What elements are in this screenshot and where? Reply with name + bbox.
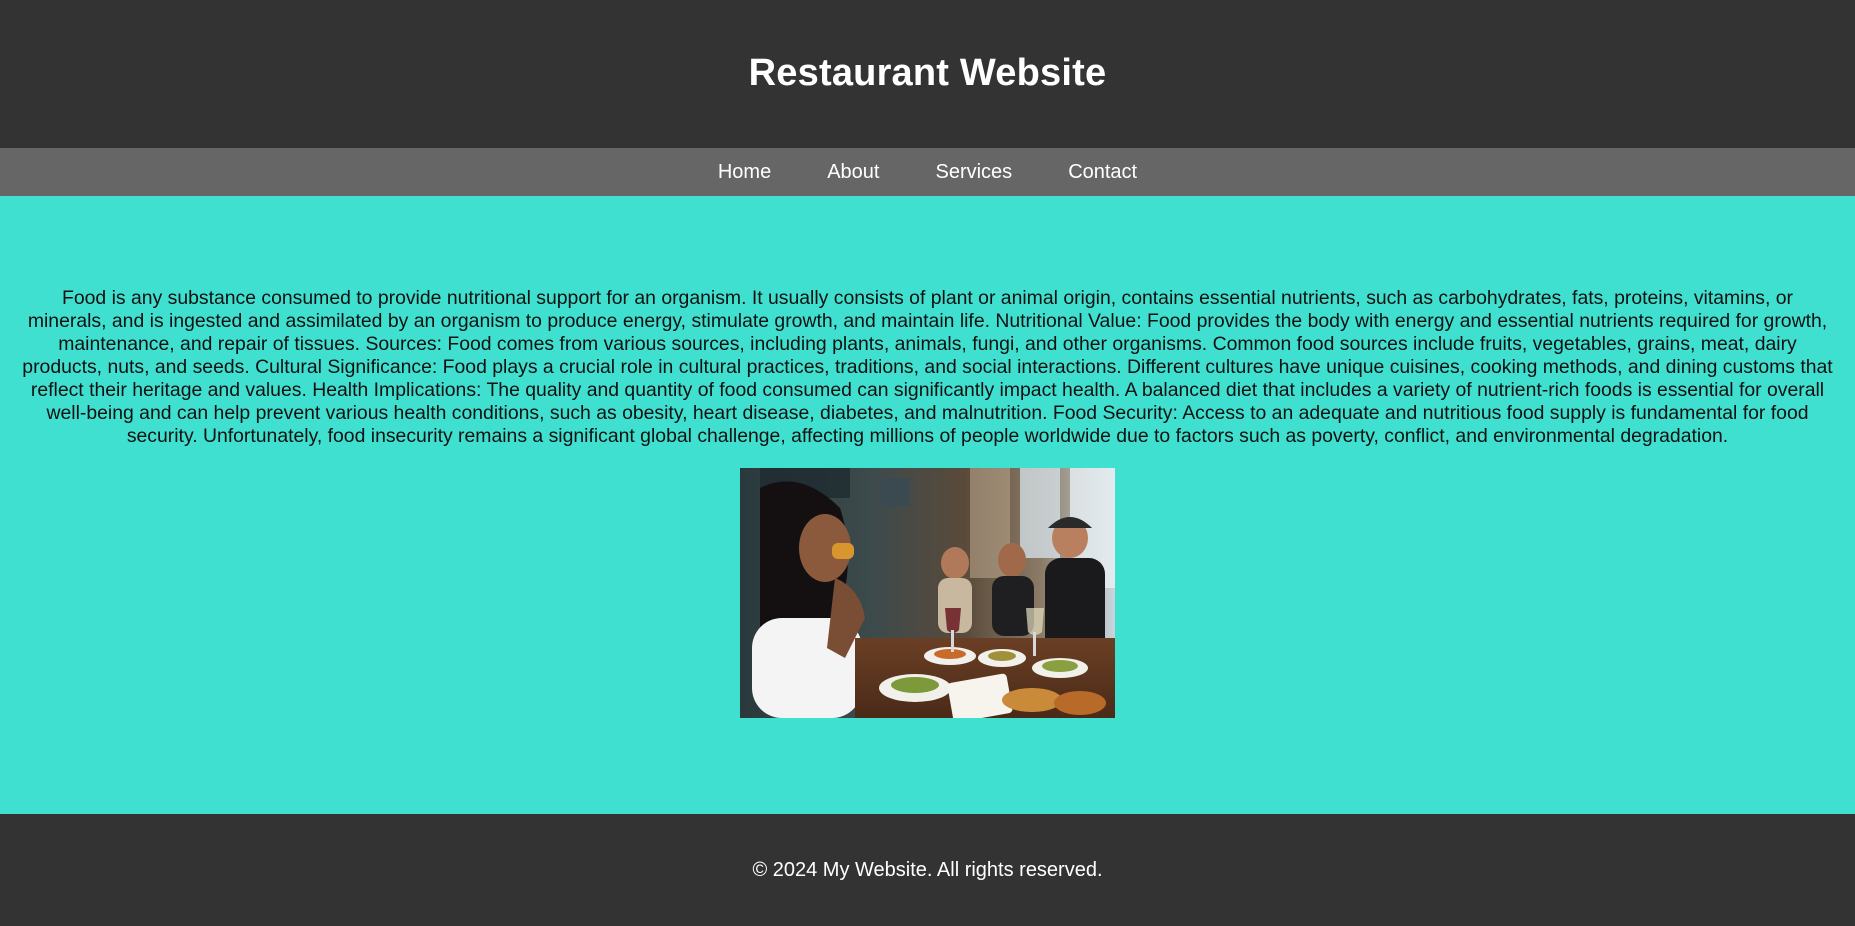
page-title: Restaurant Website (748, 51, 1107, 94)
nav-link-home[interactable]: Home (690, 148, 799, 196)
restaurant-dining-photo (740, 468, 1115, 718)
footer-copyright: © 2024 My Website. All rights reserved. (752, 858, 1103, 881)
food-description-paragraph: Food is any substance consumed to provid… (22, 287, 1833, 447)
site-footer: © 2024 My Website. All rights reserved. (0, 814, 1855, 926)
nav-link-contact[interactable]: Contact (1040, 148, 1165, 196)
main-content: Food is any substance consumed to provid… (0, 196, 1855, 814)
main-nav: Home About Services Contact (0, 148, 1855, 196)
site-header: Restaurant Website (0, 0, 1855, 148)
nav-link-about[interactable]: About (799, 148, 907, 196)
nav-link-services[interactable]: Services (907, 148, 1040, 196)
